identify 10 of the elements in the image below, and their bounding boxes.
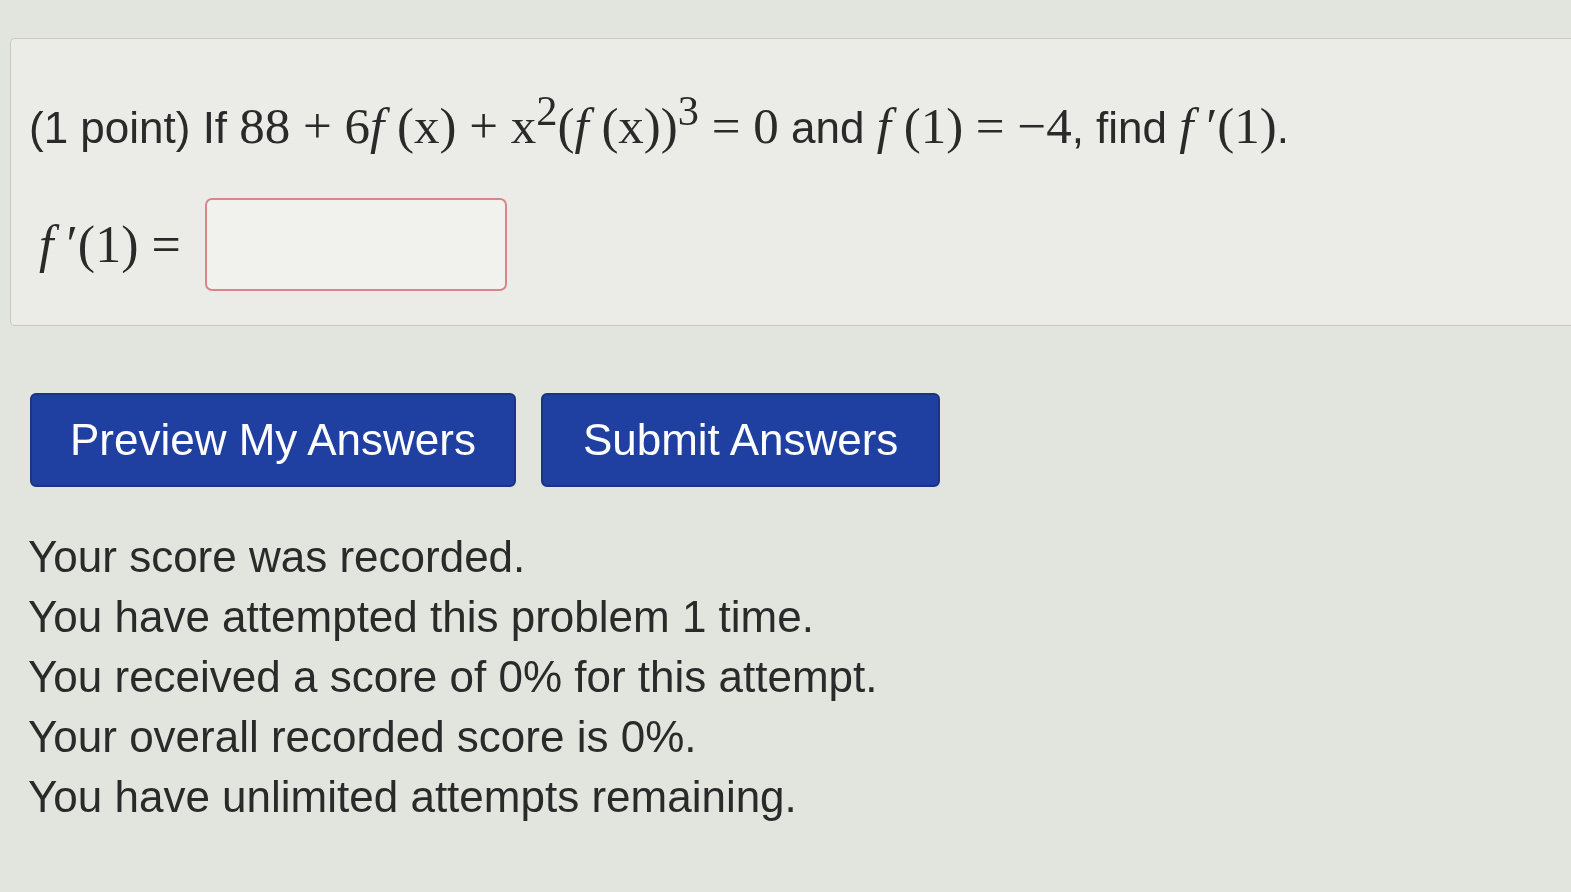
preview-answers-button[interactable]: Preview My Answers [30,393,516,487]
answer-field[interactable] [204,198,507,291]
problem-statement: (1 point) If 88 + 6f (x) + x$^{2}$(f (x))$^{3}$ = 0 and f (1) = −4, find f ′(1). [29,86,1291,156]
score-message: Your overall recorded score is 0%. [28,711,698,763]
score-message: You have attempted this problem 1 time. [28,591,815,643]
score-message: Your score was recorded. [28,531,527,583]
score-message: You have unlimited attempts remaining. [28,771,798,823]
score-message: You received a score of 0% for this attempt. [28,651,879,703]
submit-answers-button[interactable]: Submit Answers [540,393,941,487]
answer-label: f ′(1) = [39,215,181,274]
